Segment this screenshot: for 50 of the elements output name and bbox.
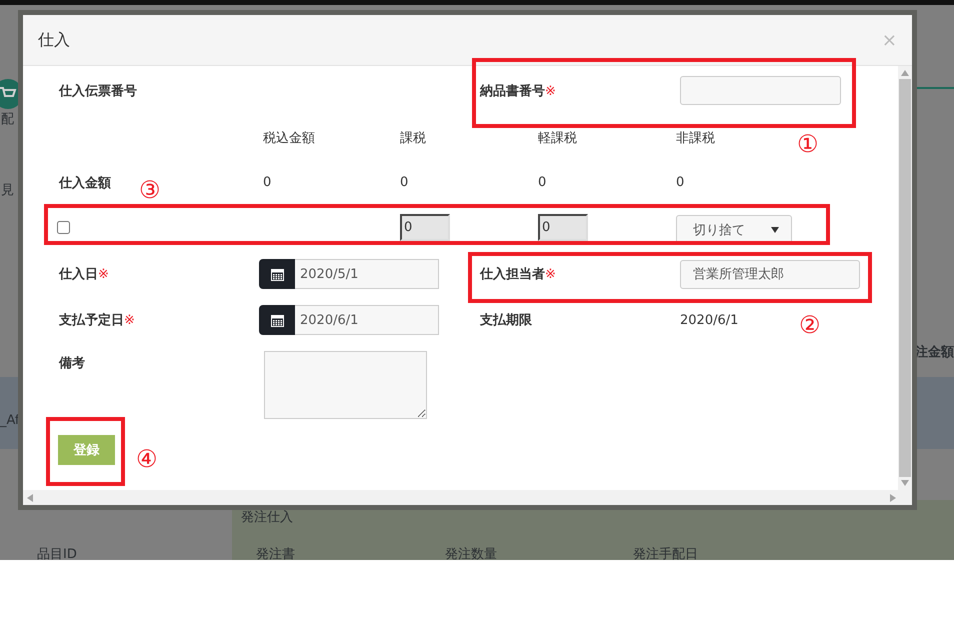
background-text: 見: [1, 182, 14, 199]
background-text: 配: [1, 111, 14, 128]
remarks-field[interactable]: [264, 351, 427, 419]
field-label: 仕入伝票番号: [59, 82, 137, 100]
field-label: 仕入日※: [59, 266, 109, 283]
background-text: _Af: [0, 413, 20, 428]
calendar-button[interactable]: [259, 259, 295, 289]
background-text: 発注書: [256, 546, 295, 560]
field-label: 仕入担当者※: [480, 266, 556, 283]
field-label: 仕入金額: [59, 174, 111, 192]
background-text: 発注仕入: [241, 509, 293, 526]
column-header: 軽課税: [538, 130, 577, 146]
background-text: 発注数量: [445, 546, 497, 560]
amount-value: 0: [538, 175, 546, 190]
vertical-scrollbar[interactable]: [898, 66, 912, 490]
scroll-up-icon[interactable]: [901, 70, 909, 76]
dialog-title: 仕入: [38, 30, 70, 50]
column-header: 非課税: [676, 130, 715, 146]
amount-value: 0: [263, 175, 272, 190]
date-field[interactable]: 2020/6/1: [295, 305, 439, 335]
field-label: 支払期限: [480, 312, 532, 329]
calendar-button[interactable]: [259, 305, 295, 335]
deadline-value: 2020/6/1: [680, 312, 738, 328]
scroll-down-icon[interactable]: [901, 480, 909, 486]
amount-value: 0: [676, 175, 684, 190]
callout-number: ①: [797, 132, 819, 156]
horizontal-scrollbar[interactable]: [23, 490, 912, 505]
calendar-icon: [270, 268, 284, 280]
background-text: 品目ID: [37, 546, 77, 560]
date-field[interactable]: 2020/5/1: [295, 259, 439, 289]
callout-number: ②: [799, 313, 821, 337]
callout-number: ④: [136, 447, 158, 471]
caret-icon: [771, 226, 779, 232]
taxable-input[interactable]: 0: [400, 214, 450, 241]
field-label: 支払予定日※: [59, 312, 135, 329]
column-header: 課税: [400, 130, 426, 146]
reduced-tax-input[interactable]: 0: [538, 214, 588, 241]
column-header: 税込金額: [263, 130, 315, 146]
background-text: 発注手配日: [633, 546, 698, 560]
invoice-number-field[interactable]: [680, 76, 841, 105]
field-label: 備考: [59, 356, 85, 371]
field-label: 納品書番号※: [480, 82, 556, 100]
buyer-field[interactable]: 営業所管理太郎: [680, 260, 860, 288]
calendar-icon: [270, 314, 284, 326]
scroll-right-icon[interactable]: [890, 494, 896, 502]
callout-number: ③: [139, 178, 161, 202]
amount-value: 0: [400, 175, 408, 190]
checkbox[interactable]: [57, 221, 70, 234]
rounding-select[interactable]: 切り捨て: [676, 215, 792, 244]
scroll-left-icon[interactable]: [27, 494, 33, 502]
